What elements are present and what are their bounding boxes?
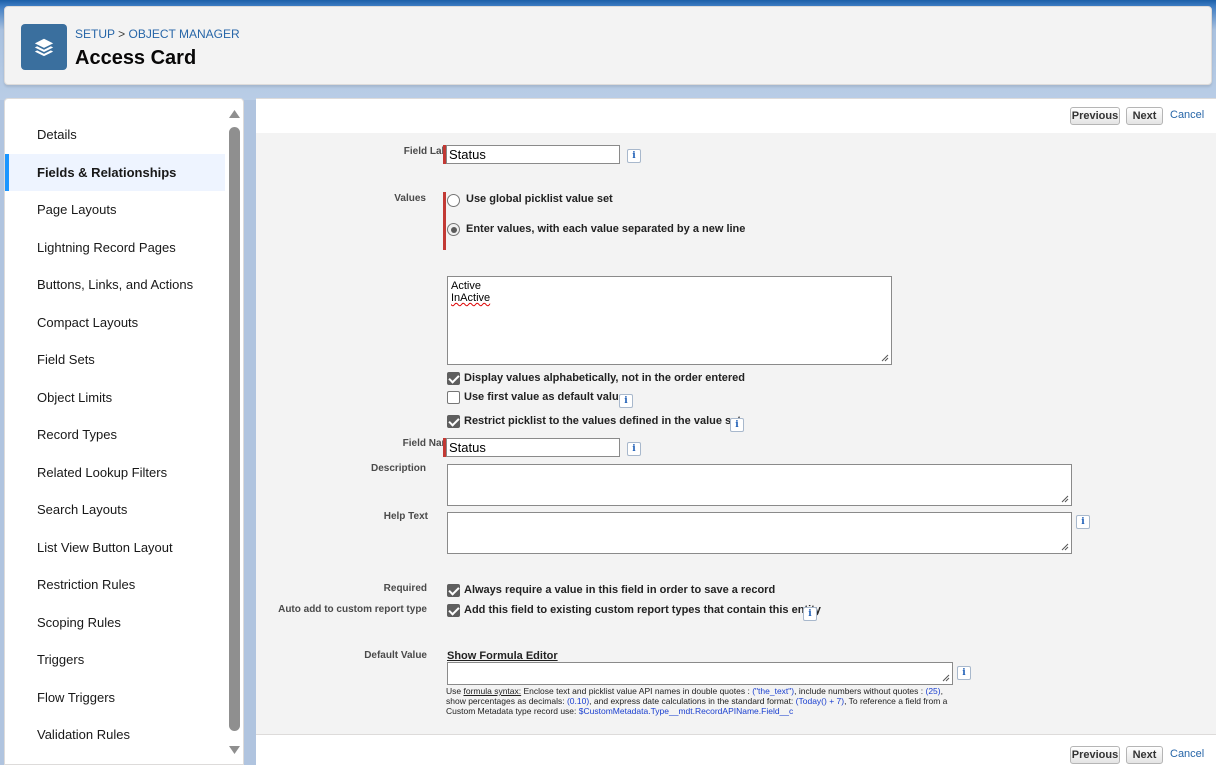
- layers-icon: [21, 24, 67, 70]
- auto-add-checkbox[interactable]: [447, 604, 460, 617]
- enter-values-option-label: Enter values, with each value separated …: [466, 223, 746, 235]
- info-icon[interactable]: i: [957, 666, 971, 680]
- auto-add-label: Auto add to custom report type: [278, 604, 427, 615]
- sidebar-item-page-layouts[interactable]: Page Layouts: [5, 191, 225, 228]
- required-indicator: [443, 192, 446, 250]
- alphabetical-checkbox-label: Display values alphabetically, not in th…: [464, 372, 745, 384]
- sidebar-item-validation-rules[interactable]: Validation Rules: [5, 716, 225, 753]
- first-value-default-label: Use first value as default value: [464, 391, 625, 403]
- cancel-link[interactable]: Cancel: [1170, 109, 1204, 121]
- global-picklist-radio[interactable]: [447, 194, 460, 207]
- sidebar-item-compact-layouts[interactable]: Compact Layouts: [5, 304, 225, 341]
- scroll-down-arrow-icon[interactable]: [228, 745, 241, 755]
- info-icon[interactable]: i: [627, 442, 641, 456]
- field-label-input[interactable]: [446, 145, 620, 164]
- info-icon[interactable]: i: [627, 149, 641, 163]
- values-label: Values: [394, 193, 426, 204]
- page-title: Access Card: [75, 47, 197, 69]
- first-value-default-checkbox[interactable]: [447, 391, 460, 404]
- previous-button[interactable]: Previous: [1070, 107, 1120, 125]
- resize-grip-icon[interactable]: [942, 674, 950, 682]
- sidebar-item-lightning-record-pages[interactable]: Lightning Record Pages: [5, 229, 225, 266]
- sidebar-item-record-types[interactable]: Record Types: [5, 416, 225, 453]
- default-value-label: Default Value: [364, 650, 427, 661]
- breadcrumb: SETUP > OBJECT MANAGER: [75, 27, 240, 41]
- bottom-button-bar: Previous Next Cancel: [256, 734, 1216, 765]
- field-label-label: Field Label: [403, 146, 456, 157]
- info-icon[interactable]: i: [730, 418, 744, 432]
- sidebar-item-buttons-links-actions[interactable]: Buttons, Links, and Actions: [5, 266, 225, 303]
- info-icon[interactable]: i: [619, 394, 633, 408]
- sidebar-item-search-layouts[interactable]: Search Layouts: [5, 491, 225, 528]
- scroll-up-arrow-icon[interactable]: [228, 109, 241, 119]
- sidebar-item-scoping-rules[interactable]: Scoping Rules: [5, 604, 225, 641]
- sidebar-item-restriction-rules[interactable]: Restriction Rules: [5, 566, 225, 603]
- sidebar-item-details[interactable]: Details: [5, 116, 225, 153]
- required-label: Required: [383, 583, 427, 594]
- default-value-textarea[interactable]: [447, 662, 953, 685]
- formula-syntax-link[interactable]: formula syntax:: [463, 686, 521, 696]
- global-picklist-option-label: Use global picklist value set: [466, 193, 613, 205]
- field-edit-panel: Previous Next Cancel Field Label i Value…: [256, 98, 1216, 765]
- enter-values-radio[interactable]: [447, 223, 460, 236]
- breadcrumb-object-manager-link[interactable]: OBJECT MANAGER: [129, 27, 240, 41]
- field-name-label: Field Name: [402, 438, 456, 449]
- picklist-value-line: Active: [451, 280, 481, 292]
- required-checkbox-label: Always require a value in this field in …: [464, 584, 776, 596]
- sidebar-item-triggers[interactable]: Triggers: [5, 641, 225, 678]
- cancel-link[interactable]: Cancel: [1170, 748, 1204, 760]
- top-button-bar: Previous Next Cancel: [256, 99, 1216, 133]
- formula-syntax-hint: Use formula syntax: Enclose text and pic…: [446, 686, 948, 716]
- help-text-textarea[interactable]: [447, 512, 1072, 554]
- breadcrumb-setup-link[interactable]: SETUP: [75, 27, 115, 41]
- auto-add-checkbox-label: Add this field to existing custom report…: [464, 604, 821, 616]
- field-name-input[interactable]: [446, 438, 620, 457]
- sidebar-item-fields-relationships[interactable]: Fields & Relationships: [5, 154, 225, 191]
- resize-grip-icon[interactable]: [1061, 543, 1069, 551]
- sidebar-item-object-limits[interactable]: Object Limits: [5, 379, 225, 416]
- resize-grip-icon[interactable]: [1061, 495, 1069, 503]
- sidebar-item-related-lookup-filters[interactable]: Related Lookup Filters: [5, 454, 225, 491]
- picklist-values-textarea[interactable]: Active InActive: [447, 276, 892, 365]
- info-icon[interactable]: i: [1076, 515, 1090, 529]
- next-button[interactable]: Next: [1126, 746, 1163, 764]
- info-icon[interactable]: i: [803, 607, 817, 621]
- picklist-value-line: InActive: [451, 292, 491, 304]
- show-formula-editor-link[interactable]: Show Formula Editor: [447, 650, 558, 662]
- sidebar-scrollbar-thumb[interactable]: [229, 127, 240, 731]
- next-button[interactable]: Next: [1126, 107, 1163, 125]
- sidebar-item-field-sets[interactable]: Field Sets: [5, 341, 225, 378]
- description-textarea[interactable]: [447, 464, 1072, 506]
- previous-button[interactable]: Previous: [1070, 746, 1120, 764]
- description-label: Description: [370, 463, 426, 474]
- sidebar-item-flow-triggers[interactable]: Flow Triggers: [5, 679, 225, 716]
- page-header: SETUP > OBJECT MANAGER Access Card: [4, 6, 1212, 85]
- required-checkbox[interactable]: [447, 584, 460, 597]
- restrict-picklist-label: Restrict picklist to the values defined …: [464, 415, 741, 427]
- field-form: Field Label i Values Use global picklist…: [256, 133, 1216, 734]
- sidebar-item-list-view-button-layout[interactable]: List View Button Layout: [5, 529, 225, 566]
- object-manager-sidebar: Details Fields & Relationships Page Layo…: [4, 98, 244, 765]
- breadcrumb-separator: >: [118, 27, 126, 41]
- help-text-label: Help Text: [383, 511, 428, 522]
- restrict-picklist-checkbox[interactable]: [447, 415, 460, 428]
- resize-grip-icon[interactable]: [881, 354, 889, 362]
- alphabetical-checkbox[interactable]: [447, 372, 460, 385]
